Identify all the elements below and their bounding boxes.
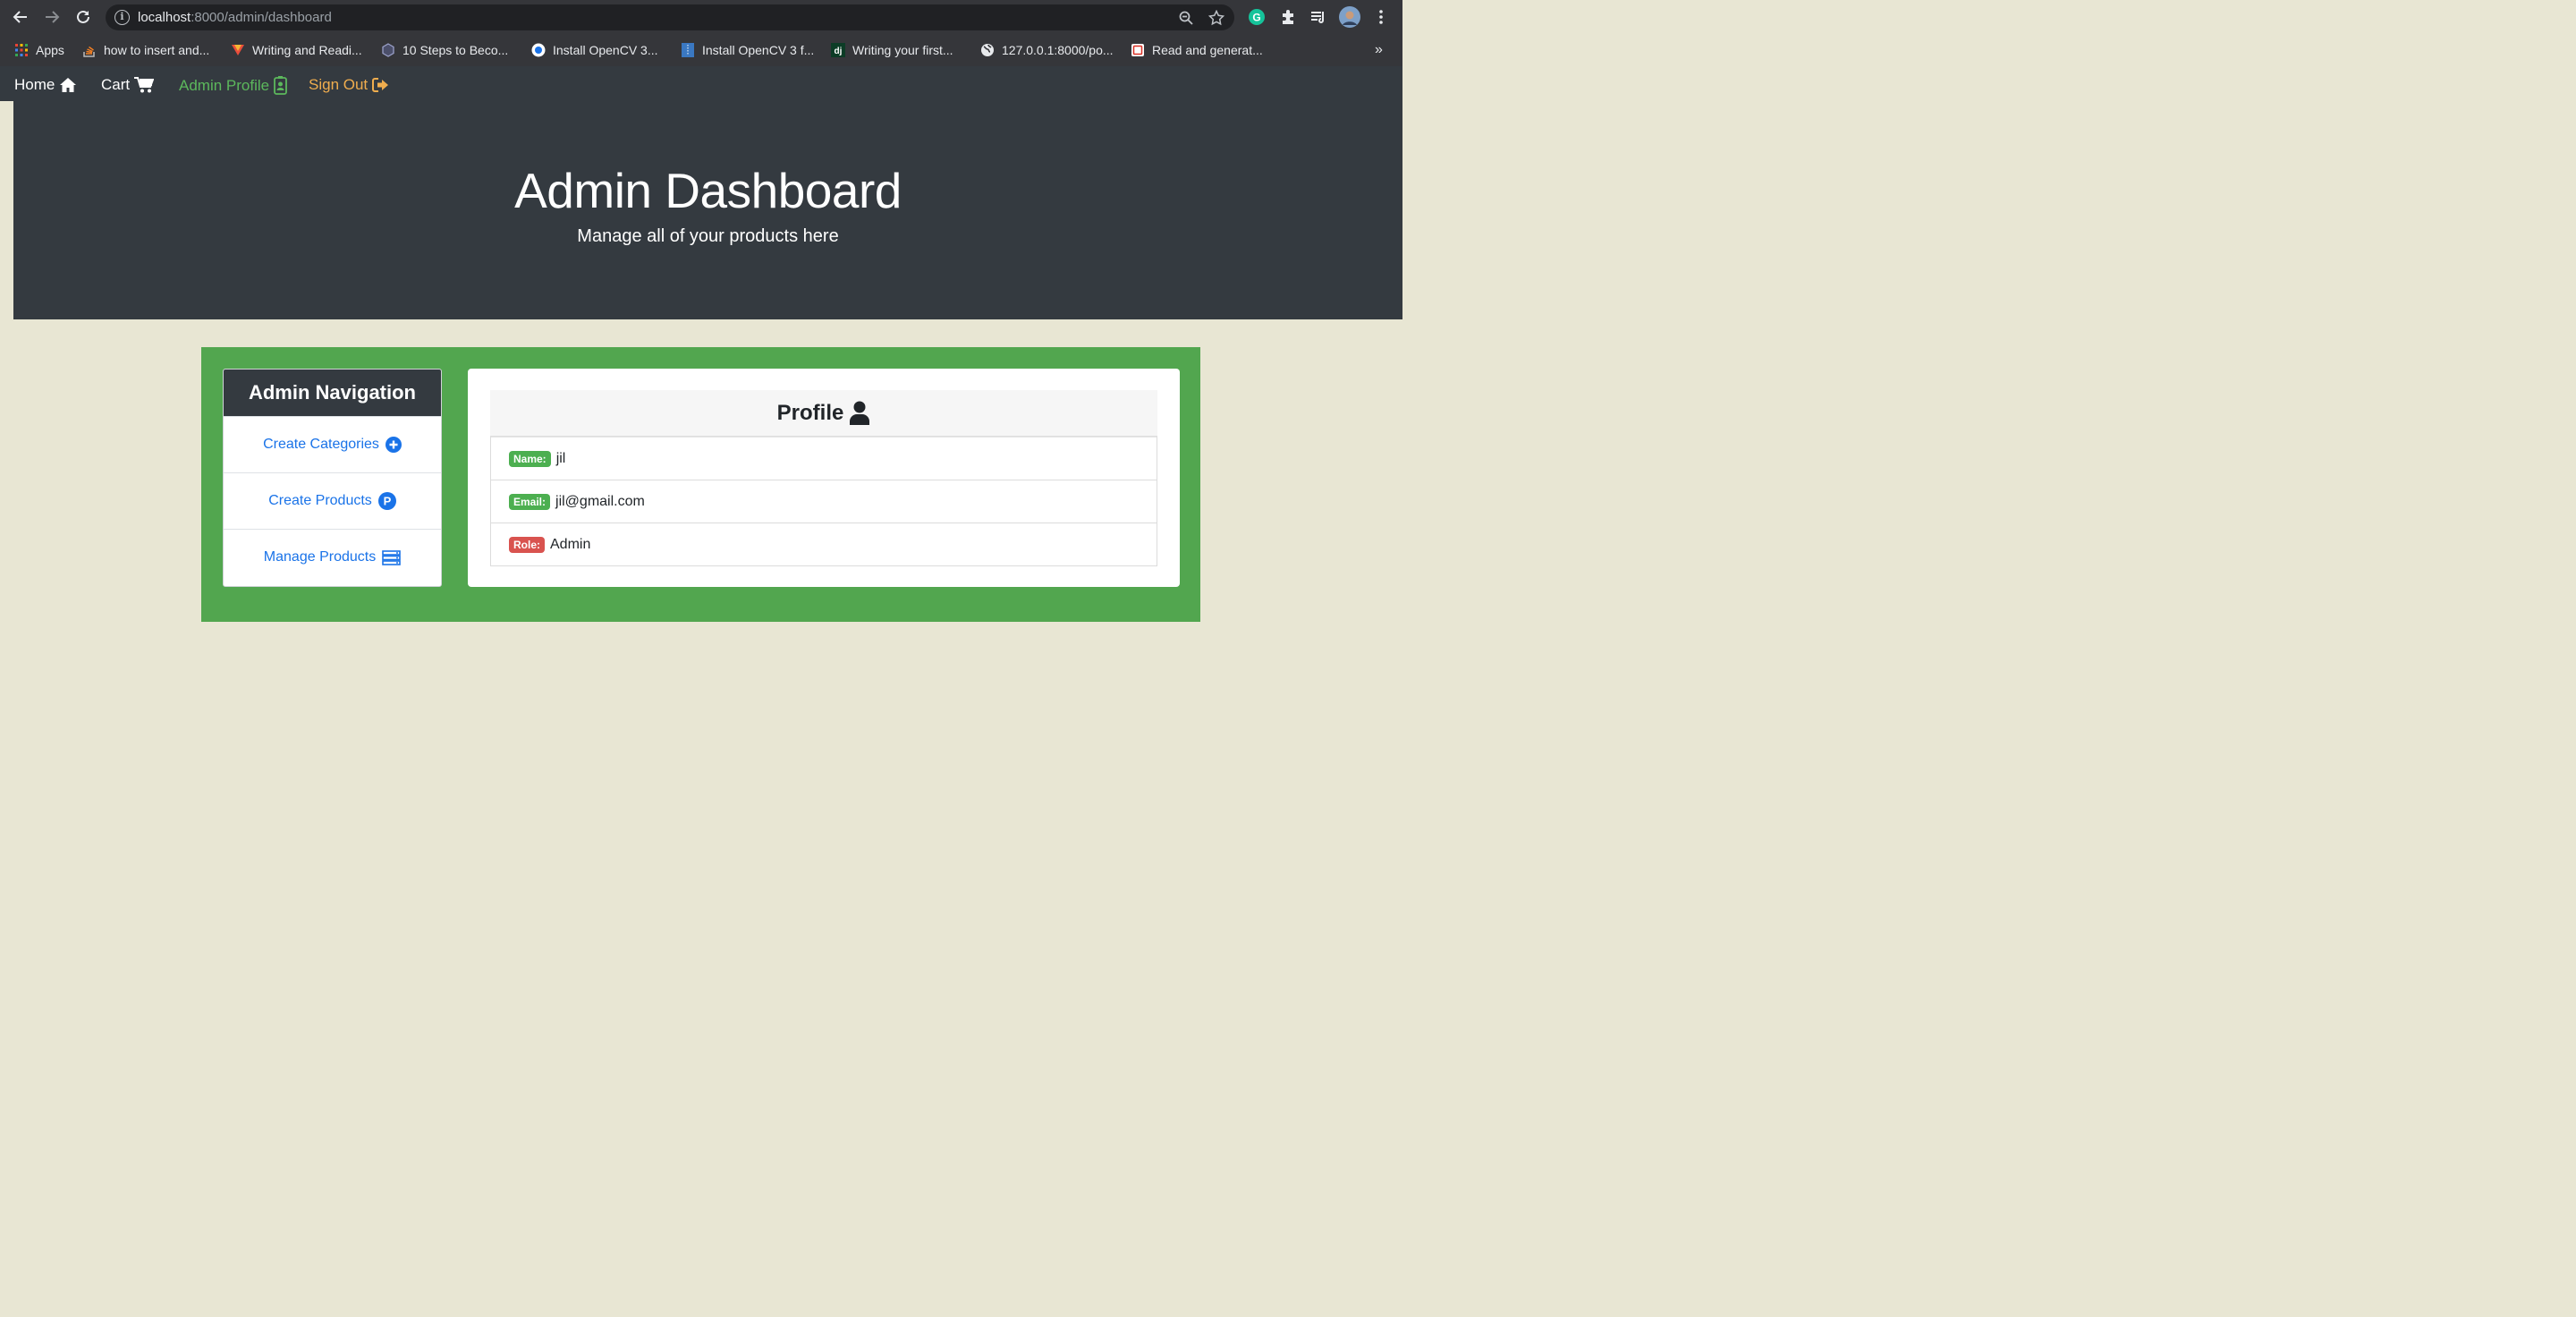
profile-card: Profile Name: jil Email: jil@gmail.com R…: [468, 369, 1180, 587]
admin-navigation-card: Admin Navigation Create Categories Creat…: [223, 369, 442, 587]
email-value: jil@gmail.com: [555, 493, 645, 509]
sign-out-icon: [372, 78, 389, 92]
grammarly-icon[interactable]: G: [1248, 8, 1266, 26]
manage-products-link[interactable]: Manage Products: [224, 529, 441, 585]
nav-cart-link[interactable]: Cart: [101, 76, 155, 94]
apps-grid-icon: [15, 44, 28, 56]
address-bar[interactable]: i localhost:8000/admin/dashboard: [106, 4, 1234, 30]
profile-title: Profile: [776, 400, 844, 425]
id-badge-icon: [274, 76, 288, 95]
back-button[interactable]: [10, 6, 31, 28]
profile-header: Profile: [490, 390, 1157, 437]
browser-toolbar: i localhost:8000/admin/dashboard G: [0, 0, 1402, 34]
name-badge: Name:: [509, 450, 551, 467]
bookmark-10-steps[interactable]: 10 Steps to Beco...: [381, 42, 508, 58]
role-value: Admin: [550, 536, 591, 552]
bookmark-opencv-2[interactable]: Install OpenCV 3 f...: [681, 42, 814, 58]
user-icon: [850, 401, 870, 425]
avatar[interactable]: [1339, 6, 1360, 28]
bookmark-django[interactable]: dj Writing your first...: [831, 42, 953, 58]
profile-row-name: Name: jil: [491, 437, 1157, 480]
svg-text:dj: dj: [835, 47, 843, 56]
bookmark-apps[interactable]: Apps: [14, 42, 64, 58]
reading-list-icon[interactable]: [1309, 8, 1327, 26]
extensions-icon[interactable]: [1279, 8, 1297, 26]
document-icon: [1131, 44, 1144, 56]
bookmarks-bar: Apps how to insert and... Writing and Re…: [0, 34, 1402, 66]
bookmark-localhost[interactable]: 127.0.0.1:8000/po...: [980, 42, 1114, 58]
browser-menu-icon[interactable]: [1372, 8, 1390, 26]
dashboard-container: Admin Navigation Create Categories Creat…: [201, 347, 1200, 622]
profile-row-role: Role: Admin: [491, 523, 1157, 565]
profile-row-email: Email: jil@gmail.com: [491, 480, 1157, 523]
bookmark-stackoverflow[interactable]: how to insert and...: [82, 42, 209, 58]
back-arrow-icon: [13, 11, 27, 23]
profile-details-list: Name: jil Email: jil@gmail.com Role: Adm…: [490, 437, 1157, 566]
parking-circle-icon: P: [377, 492, 396, 510]
django-icon: dj: [831, 43, 845, 57]
home-icon: [60, 78, 77, 92]
email-badge: Email:: [509, 493, 551, 510]
nav-home-link[interactable]: Home: [14, 76, 77, 94]
forward-button[interactable]: [41, 6, 63, 28]
plus-circle-icon: [385, 437, 402, 453]
circle-eye-icon: [531, 43, 546, 57]
create-products-link[interactable]: Create Products P: [224, 472, 441, 529]
page-title: Admin Dashboard: [514, 163, 902, 218]
svg-text:P: P: [383, 495, 391, 508]
bookmarks-overflow-button[interactable]: »: [1375, 42, 1383, 58]
hexagon-icon: [382, 43, 394, 57]
create-categories-link[interactable]: Create Categories: [224, 416, 441, 472]
nav-sign-out-link[interactable]: Sign Out: [309, 76, 390, 94]
forward-arrow-icon: [46, 11, 60, 23]
globe-icon: [981, 44, 994, 56]
bookmark-read-generate[interactable]: Read and generat...: [1131, 42, 1263, 58]
zoom-icon[interactable]: [1178, 10, 1194, 26]
reload-button[interactable]: [72, 6, 94, 28]
jumbotron: Admin Dashboard Manage all of your produ…: [13, 101, 1402, 319]
stackoverflow-icon: [83, 46, 95, 57]
medium-m-icon: [232, 45, 244, 55]
server-icon: [382, 549, 402, 565]
reload-icon: [77, 10, 89, 23]
role-badge: Role:: [509, 536, 545, 553]
admin-navigation-title: Admin Navigation: [224, 370, 441, 416]
svg-text:G: G: [1252, 12, 1260, 24]
page-subtitle: Manage all of your products here: [577, 226, 839, 246]
zipper-icon: [682, 43, 694, 57]
url-text[interactable]: localhost:8000/admin/dashboard: [138, 10, 332, 25]
bookmark-writing-reading[interactable]: Writing and Readi...: [231, 42, 362, 58]
site-info-icon[interactable]: i: [114, 10, 130, 25]
cart-icon: [134, 77, 155, 93]
site-navbar: Home Cart Admin Profile Sign Out: [0, 66, 1402, 101]
bookmark-opencv-1[interactable]: Install OpenCV 3...: [531, 42, 658, 58]
name-value: jil: [555, 450, 566, 466]
nav-admin-profile-link[interactable]: Admin Profile: [179, 76, 288, 95]
star-icon[interactable]: [1208, 10, 1224, 26]
